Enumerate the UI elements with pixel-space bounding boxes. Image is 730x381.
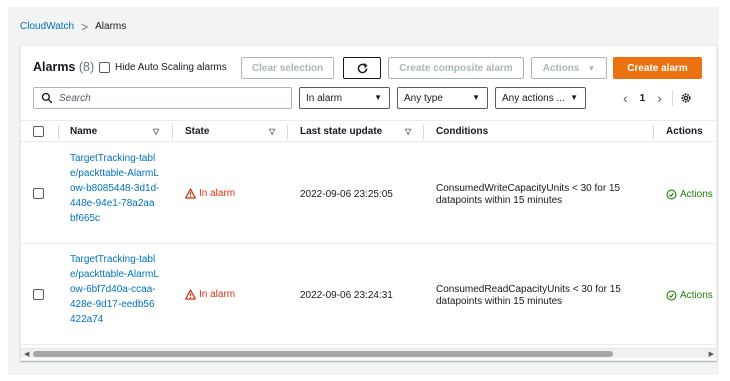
gear-icon[interactable] — [680, 92, 692, 104]
pagination: ‹ 1 › — [623, 90, 692, 106]
last-state-update: 2022-09-06 23:24:31 — [300, 290, 393, 301]
table-row[interactable]: TargetTracking-table/packttable-AlarmLow… — [21, 244, 716, 345]
warning-icon — [185, 289, 196, 300]
alarm-count: (8) — [78, 60, 95, 74]
alarm-state: In alarm — [185, 188, 235, 199]
actions-dropdown-button[interactable]: Actions ▼ — [531, 57, 607, 79]
caret-down-icon: ▼ — [570, 93, 578, 102]
alarm-state-label: In alarm — [199, 289, 236, 300]
refresh-button[interactable] — [343, 57, 381, 79]
actions-filter-value: Any actions ... — [502, 92, 565, 104]
hide-autoscaling-toggle[interactable]: Hide Auto Scaling alarms — [99, 62, 227, 73]
title-text: Alarms — [33, 60, 76, 74]
pager-divider — [671, 90, 673, 106]
column-header-last-update[interactable]: Last state update — [300, 126, 382, 137]
scrollbar-thumb[interactable] — [33, 351, 613, 357]
breadcrumb-separator: > — [81, 19, 89, 34]
search-icon — [41, 92, 53, 104]
alarm-name-link[interactable]: TargetTracking-table/packttable-AlarmLow… — [70, 151, 160, 226]
alarm-actions-status: Actions — [666, 290, 713, 301]
check-circle-icon — [666, 290, 677, 301]
panel-header: Alarms (8) Hide Auto Scaling alarms Clea… — [33, 57, 703, 80]
actions-filter-select[interactable]: Any actions ... ▼ — [495, 87, 586, 109]
alarm-actions-label: Actions — [680, 290, 713, 301]
state-filter-value: In alarm — [306, 92, 343, 104]
breadcrumb-cloudwatch-link[interactable]: CloudWatch — [20, 21, 74, 32]
column-divider — [653, 125, 654, 139]
scroll-left-icon[interactable]: ◀ — [24, 350, 29, 358]
caret-down-icon: ▼ — [374, 93, 382, 102]
sort-icon[interactable]: ▽ — [269, 127, 275, 136]
caret-down-icon: ▼ — [587, 63, 596, 73]
page-title: Alarms (8) — [33, 60, 94, 74]
column-divider — [58, 125, 59, 139]
create-alarm-button[interactable]: Create alarm — [613, 57, 702, 79]
actions-label: Actions — [542, 62, 580, 74]
breadcrumb: CloudWatch > Alarms — [20, 19, 127, 34]
sort-icon[interactable]: ▽ — [153, 127, 159, 136]
alarm-state: In alarm — [185, 289, 235, 300]
scroll-right-icon[interactable]: ▶ — [709, 350, 714, 358]
create-composite-alarm-button[interactable]: Create composite alarm — [388, 57, 524, 79]
alarms-panel: Alarms (8) Hide Auto Scaling alarms Clea… — [20, 45, 717, 361]
filter-row: Search In alarm ▼ Any type ▼ Any actions… — [33, 87, 703, 109]
hide-autoscaling-checkbox[interactable] — [99, 62, 110, 73]
column-header-name[interactable]: Name — [70, 126, 97, 137]
state-filter-select[interactable]: In alarm ▼ — [299, 87, 390, 109]
previous-page-icon[interactable]: ‹ — [623, 91, 628, 105]
alarm-state-label: In alarm — [199, 188, 236, 199]
current-page-number[interactable]: 1 — [640, 93, 646, 104]
search-placeholder: Search — [59, 92, 91, 104]
search-input[interactable]: Search — [33, 87, 292, 109]
column-header-conditions[interactable]: Conditions — [436, 126, 488, 137]
select-all-checkbox[interactable] — [33, 126, 44, 137]
type-filter-value: Any type — [404, 92, 443, 104]
alarm-conditions: ConsumedReadCapacityUnits < 30 for 15 da… — [436, 284, 621, 307]
column-divider — [423, 125, 424, 139]
table-row[interactable]: TargetTracking-table/packttable-AlarmLow… — [21, 143, 716, 244]
column-header-actions[interactable]: Actions — [666, 126, 703, 137]
check-circle-icon — [666, 189, 677, 200]
row-checkbox[interactable] — [33, 188, 44, 199]
alarm-name-link[interactable]: TargetTracking-table/packttable-AlarmLow… — [70, 252, 160, 327]
alarm-actions-label: Actions — [680, 189, 713, 200]
caret-down-icon: ▼ — [472, 93, 480, 102]
column-header-state[interactable]: State — [185, 126, 209, 137]
refresh-icon — [357, 62, 368, 73]
column-divider — [287, 125, 288, 139]
clear-selection-button[interactable]: Clear selection — [241, 57, 334, 79]
column-divider — [172, 125, 173, 139]
next-page-icon[interactable]: › — [657, 91, 662, 105]
horizontal-scrollbar[interactable]: ◀ ▶ — [21, 348, 716, 358]
table-header: Name ▽ State ▽ Last state update ▽ Condi… — [21, 120, 716, 142]
alarm-actions-status: Actions — [666, 189, 713, 200]
warning-icon — [185, 188, 196, 199]
hide-autoscaling-label: Hide Auto Scaling alarms — [115, 62, 227, 73]
last-state-update: 2022-09-06 23:25:05 — [300, 189, 393, 200]
alarm-conditions: ConsumedWriteCapacityUnits < 30 for 15 d… — [436, 183, 621, 206]
sort-icon[interactable]: ▽ — [405, 127, 411, 136]
breadcrumb-current: Alarms — [95, 21, 127, 32]
type-filter-select[interactable]: Any type ▼ — [397, 87, 488, 109]
row-checkbox[interactable] — [33, 289, 44, 300]
